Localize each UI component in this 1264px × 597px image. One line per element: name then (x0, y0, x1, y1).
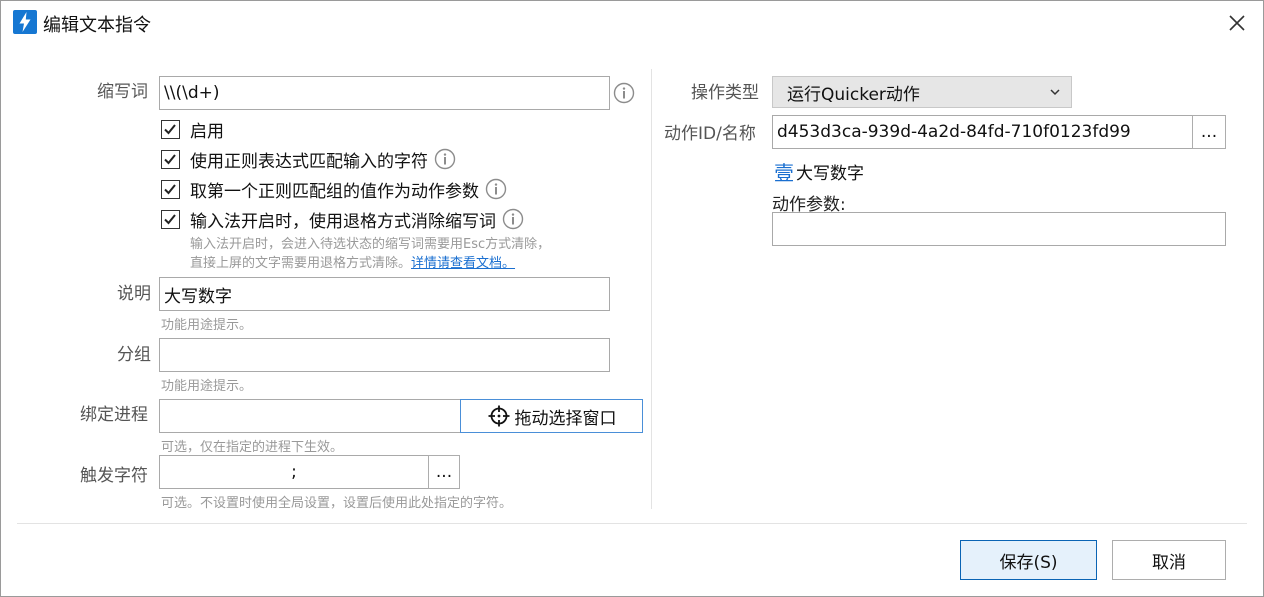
trigger-label: 触发字符 (80, 466, 148, 486)
checkmark-icon (164, 213, 176, 224)
first-group-checkbox[interactable] (161, 179, 180, 199)
info-icon (502, 208, 524, 230)
abbrev-input[interactable] (159, 76, 610, 110)
footer-divider (17, 523, 1247, 524)
action-type-label: 操作类型 (691, 83, 759, 103)
drag-select-label: 拖动选择窗口 (514, 408, 617, 429)
action-name-link[interactable]: 壹 大写数字 (774, 157, 864, 186)
regex-checkbox[interactable] (161, 149, 180, 169)
close-icon (1229, 15, 1245, 31)
desc-input[interactable] (159, 277, 610, 311)
action-id-label: 动作ID/名称 (664, 124, 756, 144)
lightning-icon (13, 10, 37, 34)
group-hint: 功能用途提示。 (161, 379, 253, 394)
docs-link[interactable]: 详情请查看文档。 (411, 256, 515, 271)
window-title: 编辑文本指令 (43, 15, 151, 36)
backspace-label: 输入法开启时，使用退格方式消除缩写词 (190, 211, 496, 232)
info-icon (434, 148, 456, 170)
backspace-checkbox-row[interactable]: 输入法开启时，使用退格方式消除缩写词 (161, 207, 524, 232)
action-id-input[interactable] (772, 115, 1193, 149)
action-type-select[interactable]: 运行Quicker动作 (772, 76, 1072, 108)
checkmark-icon (164, 123, 176, 134)
trigger-more-button[interactable]: ... (428, 455, 460, 489)
process-hint: 可选，仅在指定的进程下生效。 (161, 440, 344, 455)
desc-label: 说明 (117, 284, 151, 304)
chevron-down-icon (1050, 89, 1060, 96)
crosshair-icon (488, 405, 509, 427)
ime-hint-line1: 输入法开启时，会进入待选状态的缩写词需要用Esc方式清除， (190, 237, 551, 252)
trigger-input[interactable] (159, 455, 429, 489)
abbrev-label: 缩写词 (97, 82, 148, 102)
desc-hint: 功能用途提示。 (161, 318, 253, 333)
action-glyph-icon: 壹 (774, 161, 794, 185)
dialog-window: 编辑文本指令 缩写词 启用 使用正则表达式匹配输入的字符 取第一个正则匹配组的值… (0, 0, 1264, 597)
action-id-more-button[interactable]: ... (1192, 115, 1226, 149)
group-input[interactable] (159, 338, 610, 372)
info-icon (485, 178, 507, 200)
cancel-button[interactable]: 取消 (1112, 540, 1226, 580)
column-divider (651, 69, 652, 509)
info-icon (613, 82, 635, 104)
process-label: 绑定进程 (80, 405, 148, 425)
group-label: 分组 (117, 345, 151, 365)
process-input[interactable] (159, 399, 461, 433)
title-bar: 编辑文本指令 (1, 1, 1263, 45)
enable-checkbox[interactable] (161, 119, 180, 139)
first-group-label: 取第一个正则匹配组的值作为动作参数 (190, 181, 479, 202)
first-group-checkbox-row[interactable]: 取第一个正则匹配组的值作为动作参数 (161, 177, 507, 202)
drag-select-window-button[interactable]: 拖动选择窗口 (460, 399, 643, 433)
close-button[interactable] (1225, 11, 1249, 35)
action-params-input[interactable] (772, 212, 1226, 246)
trigger-hint: 可选。不设置时使用全局设置，设置后使用此处指定的字符。 (161, 496, 513, 511)
regex-label: 使用正则表达式匹配输入的字符 (190, 151, 428, 172)
regex-checkbox-row[interactable]: 使用正则表达式匹配输入的字符 (161, 147, 456, 172)
checkmark-icon (164, 153, 176, 164)
ime-hint-line2: 直接上屏的文字需要用退格方式清除。详情请查看文档。 (190, 252, 515, 271)
action-name-text: 大写数字 (796, 164, 864, 184)
ime-hint-text: 直接上屏的文字需要用退格方式清除。 (190, 256, 412, 271)
backspace-checkbox[interactable] (161, 209, 180, 229)
action-type-value: 运行Quicker动作 (787, 84, 920, 105)
checkmark-icon (164, 183, 176, 194)
enable-label: 启用 (190, 121, 224, 142)
enable-checkbox-row[interactable]: 启用 (161, 117, 224, 142)
save-button[interactable]: 保存(S) (960, 540, 1097, 580)
